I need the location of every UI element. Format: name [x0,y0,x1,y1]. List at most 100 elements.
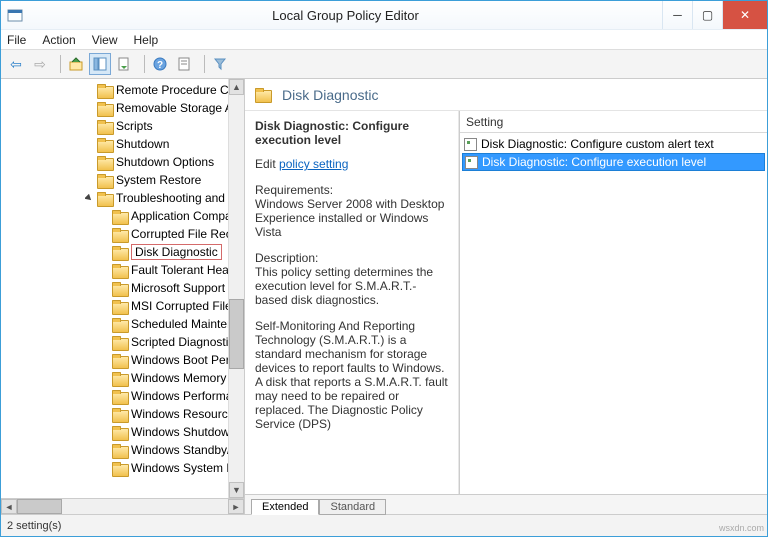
tree-item[interactable]: Fault Tolerant Heap [1,261,244,279]
tree-item[interactable]: Troubleshooting and D [1,189,244,207]
filter-button[interactable] [209,53,231,75]
folder-icon [112,390,127,403]
tree-item[interactable]: Windows System R [1,459,244,477]
folder-icon [112,318,127,331]
tree-label: Shutdown Options [116,155,214,169]
tree-label: Disk Diagnostic [131,244,222,260]
tree-item[interactable]: System Restore [1,171,244,189]
menu-help[interactable]: Help [134,33,159,47]
folder-icon [112,444,127,457]
export-button[interactable] [113,53,135,75]
settings-pane: Setting Disk Diagnostic: Configure custo… [459,111,767,494]
tree-item[interactable]: Windows Performa [1,387,244,405]
up-button[interactable] [65,53,87,75]
back-button[interactable]: ⇦ [5,53,27,75]
tree-item[interactable]: Disk Diagnostic [1,243,244,261]
folder-icon [97,174,112,187]
tree-item[interactable]: Microsoft Support [1,279,244,297]
folder-icon [112,372,127,385]
show-tree-button[interactable] [89,53,111,75]
help-button[interactable]: ? [149,53,171,75]
description-pane: Disk Diagnostic: Configure execution lev… [245,111,459,494]
tree-label: Corrupted File Reco [131,227,238,241]
setting-icon [464,138,477,151]
maximize-button[interactable]: ▢ [692,1,722,29]
tree-item[interactable]: Removable Storage Ac [1,99,244,117]
menu-file[interactable]: File [7,33,26,47]
tree-label: Application Compa [131,209,232,223]
tree-item[interactable]: Remote Procedure Cal [1,81,244,99]
forward-button[interactable]: ⇨ [29,53,51,75]
folder-icon [112,264,127,277]
separator [199,55,205,73]
folder-icon [112,462,127,475]
folder-icon [255,88,270,101]
tree-label: Shutdown [116,137,169,151]
tree-item[interactable]: Windows Boot Perf [1,351,244,369]
folder-icon [97,120,112,133]
folder-icon [112,246,127,259]
folder-icon [112,210,127,223]
tree-item[interactable]: Windows Standby/ [1,441,244,459]
requirements-heading: Requirements: [255,183,448,197]
folder-icon [97,138,112,151]
tree-label: Scripts [116,119,153,133]
window-title: Local Group Policy Editor [29,8,662,23]
collapse-icon[interactable] [85,194,94,203]
minimize-button[interactable]: ─ [662,1,692,29]
close-button[interactable]: ✕ [722,1,767,29]
tree-item[interactable]: Scripted Diagnostic [1,333,244,351]
setting-label: Disk Diagnostic: Configure execution lev… [482,155,706,169]
tree-item[interactable]: Shutdown [1,135,244,153]
folder-icon [112,282,127,295]
menu-view[interactable]: View [92,33,118,47]
tree-item[interactable]: Windows Memory [1,369,244,387]
folder-icon [97,192,112,205]
statusbar: 2 setting(s) [1,514,767,536]
folder-icon [112,354,127,367]
tree-label: Windows Memory [131,371,226,385]
description-body-1: This policy setting determines the execu… [255,265,448,307]
tab-extended[interactable]: Extended [251,499,319,515]
tree-hscroll[interactable]: ◄ ► [1,498,244,514]
setting-label: Disk Diagnostic: Configure custom alert … [481,137,714,151]
description-heading: Description: [255,251,448,265]
tree-label: MSI Corrupted File [131,299,232,313]
menubar: File Action View Help [1,29,767,49]
folder-icon [112,300,127,313]
folder-icon [112,426,127,439]
tree-item[interactable]: Windows Resource [1,405,244,423]
tree-item[interactable]: Scheduled Mainten [1,315,244,333]
tree-item[interactable]: Windows Shutdown [1,423,244,441]
setting-row[interactable]: Disk Diagnostic: Configure custom alert … [462,135,765,153]
policy-title: Disk Diagnostic: Configure execution lev… [255,119,409,147]
menu-action[interactable]: Action [42,33,75,47]
tree-label: Windows Standby/ [131,443,230,457]
tree-label: Troubleshooting and D [116,191,237,205]
view-tabs: Extended Standard [245,494,767,514]
tree-label: Scheduled Mainten [131,317,234,331]
tab-standard[interactable]: Standard [319,499,386,515]
tree-label: Windows Boot Perf [131,353,233,367]
requirements-body: Windows Server 2008 with Desktop Experie… [255,197,448,239]
tree-item[interactable]: Application Compa [1,207,244,225]
folder-icon [97,102,112,115]
tree-label: Fault Tolerant Heap [131,263,236,277]
tree-vscroll[interactable]: ▲ ▼ [228,79,244,498]
tree-item[interactable]: Shutdown Options [1,153,244,171]
settings-column-header[interactable]: Setting [460,111,767,133]
tree-label: Windows Performa [131,389,232,403]
folder-icon [112,408,127,421]
tree-label: Microsoft Support [131,281,225,295]
properties-button[interactable] [173,53,195,75]
svg-text:?: ? [157,60,163,71]
tree-item[interactable]: Scripts [1,117,244,135]
tree-label: Windows System R [131,461,235,475]
setting-row[interactable]: Disk Diagnostic: Configure execution lev… [462,153,765,171]
tree-label: Windows Shutdown [131,425,236,439]
tree-item[interactable]: MSI Corrupted File [1,297,244,315]
tree-item[interactable]: Corrupted File Reco [1,225,244,243]
content-header: Disk Diagnostic [245,79,767,111]
titlebar[interactable]: Local Group Policy Editor ─ ▢ ✕ [1,1,767,29]
policy-setting-link[interactable]: policy setting [279,157,348,171]
